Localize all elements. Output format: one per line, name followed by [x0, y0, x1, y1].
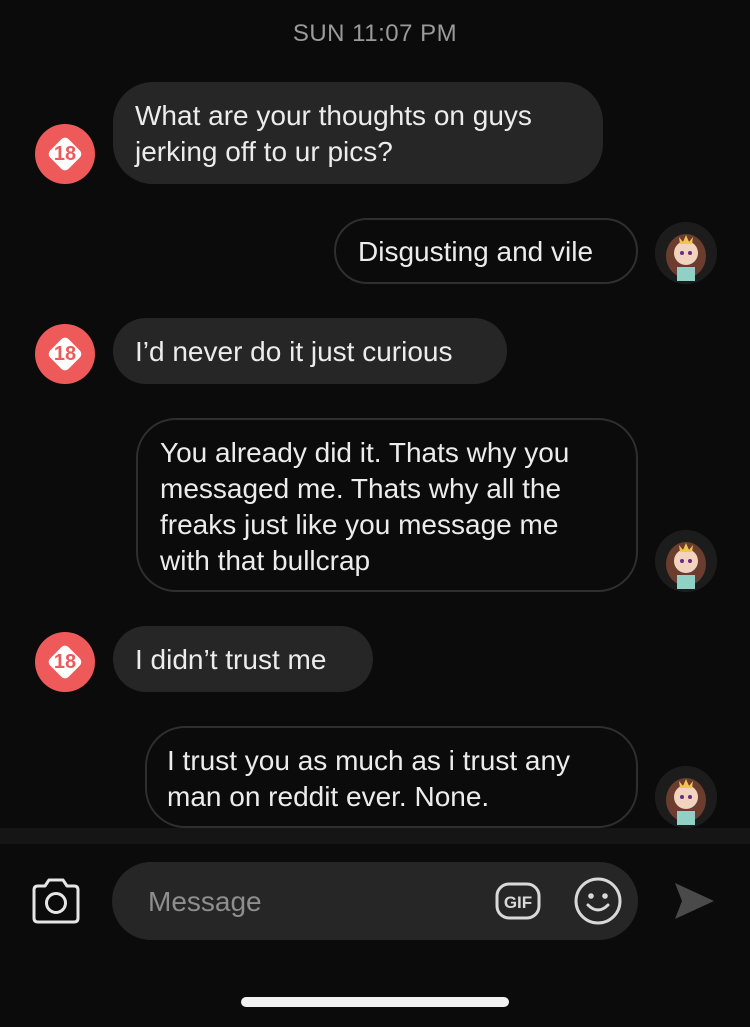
my-avatar[interactable] [655, 222, 717, 284]
message-line: freaks just like you message me [160, 509, 559, 540]
message-bubble-outgoing[interactable]: I trust you as much as i trust any man o… [145, 726, 638, 828]
profile-picture [655, 530, 717, 592]
message-line: You already did it. Thats why you [160, 437, 570, 468]
message-bubble-incoming[interactable]: I didn’t trust me [113, 626, 373, 692]
sender-avatar[interactable]: 18 [35, 632, 95, 692]
message-bubble-incoming[interactable]: What are your thoughts on guys jerking o… [113, 82, 603, 184]
message-line: Disgusting and vile [358, 236, 594, 267]
my-avatar[interactable] [655, 530, 717, 592]
smiley-icon[interactable] [573, 876, 623, 926]
message-line: What are your thoughts on guys [135, 100, 532, 131]
gif-label: GIF [504, 893, 532, 912]
message-line: I trust you as much as i trust any [167, 745, 571, 776]
avatar-label: 18 [53, 651, 77, 673]
avatar-label: 18 [53, 143, 77, 165]
gif-icon[interactable]: GIF [495, 880, 541, 922]
sender-avatar[interactable]: 18 [35, 324, 95, 384]
profile-picture [655, 766, 717, 828]
message-bubble-incoming[interactable]: I’d never do it just curious [113, 318, 507, 384]
message-line: I didn’t trust me [135, 644, 327, 675]
sender-avatar[interactable]: 18 [35, 124, 95, 184]
camera-icon[interactable] [30, 876, 82, 926]
message-bubble-outgoing[interactable]: You already did it. Thats why you messag… [136, 418, 638, 592]
message-line: messaged me. Thats why all the [160, 473, 562, 504]
message-line: jerking off to ur pics? [135, 136, 393, 167]
message-bubble-outgoing[interactable]: Disgusting and vile [334, 218, 638, 284]
profile-picture [655, 222, 717, 284]
message-line: with that bullcrap [160, 545, 371, 576]
send-icon[interactable] [672, 880, 716, 922]
composer-divider [0, 828, 750, 844]
message-line: man on reddit ever. None. [167, 781, 490, 812]
message-input-placeholder: Message [148, 886, 262, 917]
home-indicator[interactable] [241, 997, 509, 1007]
my-avatar[interactable] [655, 766, 717, 828]
timestamp: SUN 11:07 PM [292, 20, 458, 47]
message-line: I’d never do it just curious [135, 336, 453, 367]
avatar-label: 18 [53, 343, 77, 365]
